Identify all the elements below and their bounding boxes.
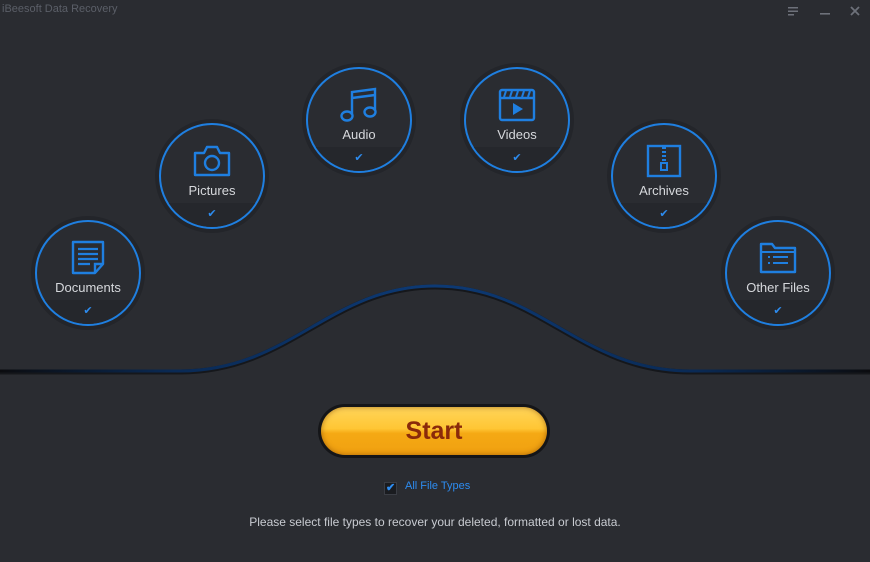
start-button-frame: Start — [318, 404, 550, 458]
category-label: Pictures — [188, 183, 236, 198]
category-audio[interactable]: Audio ✔ — [302, 63, 416, 177]
check-icon: ✔ — [83, 305, 93, 317]
category-label: Archives — [639, 183, 689, 198]
check-icon: ✔ — [207, 208, 217, 220]
check-icon: ✔ — [773, 305, 783, 317]
category-videos[interactable]: Videos ✔ — [460, 63, 574, 177]
category-archives[interactable]: Archives ✔ — [607, 119, 721, 233]
instruction-text: Please select file types to recover your… — [249, 515, 621, 529]
check-icon: ✔ — [512, 152, 522, 164]
music-note-icon — [340, 87, 377, 122]
video-clapper-icon — [498, 88, 536, 122]
category-label: Other Files — [746, 280, 810, 295]
folder-list-icon — [759, 242, 797, 274]
all-file-types-label[interactable]: All File Types — [405, 480, 470, 492]
check-icon: ✔ — [659, 208, 669, 220]
document-icon — [71, 240, 105, 275]
start-button[interactable]: Start — [321, 407, 547, 455]
category-label: Audio — [342, 127, 376, 142]
category-documents[interactable]: Documents ✔ — [31, 216, 145, 330]
category-other-files[interactable]: Other Files ✔ — [721, 216, 835, 330]
archive-zip-icon — [646, 144, 682, 178]
checkbox[interactable]: ✔ — [384, 482, 397, 495]
check-icon: ✔ — [386, 482, 396, 494]
category-label: Videos — [497, 127, 537, 142]
category-pictures[interactable]: Pictures ✔ — [155, 119, 269, 233]
camera-icon — [193, 145, 231, 177]
check-icon: ✔ — [354, 152, 364, 164]
category-label: Documents — [55, 280, 121, 295]
